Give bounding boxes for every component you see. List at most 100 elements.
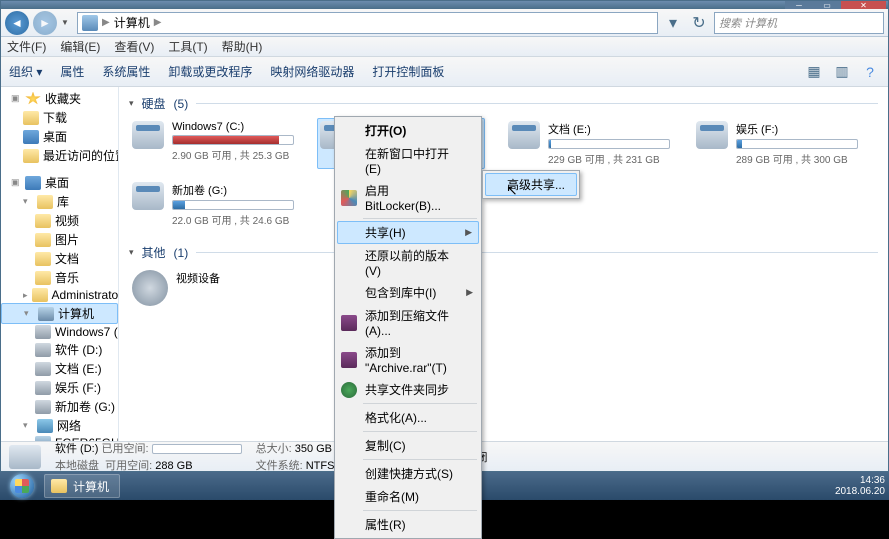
collapse-icon: ▾	[129, 98, 134, 109]
menu-separator	[363, 403, 477, 404]
menu-separator	[363, 431, 477, 432]
menu-item[interactable]: 创建快捷方式(S)	[337, 462, 479, 485]
user-icon	[32, 288, 48, 302]
share-submenu: 高级共享...	[482, 170, 580, 199]
tree-network[interactable]: ▾网络	[1, 416, 118, 435]
menu-item[interactable]: 打开(O)	[337, 119, 479, 142]
tree-drive-e[interactable]: 文档 (E:)	[1, 359, 118, 378]
drive-icon	[508, 121, 540, 149]
usage-bar	[548, 139, 670, 149]
system-properties-button[interactable]: 系统属性	[102, 63, 150, 80]
menu-item[interactable]: 共享文件夹同步	[337, 378, 479, 401]
forward-button[interactable]: ►	[33, 11, 57, 35]
control-panel-button[interactable]: 打开控制面板	[372, 63, 444, 80]
windows-logo-icon	[10, 474, 34, 498]
content-pane: ▾ 硬盘 (5) Windows7 (C:)2.90 GB 可用 , 共 25.…	[119, 87, 888, 442]
tree-drive-g[interactable]: 新加卷 (G:)	[1, 397, 118, 416]
menu-view[interactable]: 查看(V)	[114, 38, 154, 55]
desktop-icon	[23, 130, 39, 144]
menu-tools[interactable]: 工具(T)	[168, 38, 207, 55]
system-tray[interactable]: 14:36 2018.06.20	[835, 475, 885, 497]
menu-file[interactable]: 文件(F)	[7, 38, 46, 55]
rar-icon	[341, 352, 357, 368]
device-label: 视频设备	[176, 270, 294, 286]
drive-icon	[35, 400, 51, 414]
tree-recent[interactable]: 最近访问的位置	[1, 146, 118, 165]
submenu-arrow-icon: ▶	[465, 227, 472, 238]
submenu-advanced-sharing[interactable]: 高级共享...	[485, 173, 577, 196]
menu-item[interactable]: 添加到压缩文件(A)...	[337, 304, 479, 341]
tree-drive-d[interactable]: 软件 (D:)	[1, 340, 118, 359]
device-item[interactable]: 视频设备	[129, 267, 297, 309]
help-icon[interactable]: ?	[860, 62, 880, 82]
organize-button[interactable]: 组织 ▾	[9, 63, 42, 80]
tree-admin[interactable]: ▸Administrator	[1, 287, 118, 303]
close-button[interactable]: ✕	[841, 1, 886, 9]
tree-desktop[interactable]: ▣桌面	[1, 173, 118, 192]
view-mode-button[interactable]: ▦	[804, 62, 824, 82]
drive-item[interactable]: 文档 (E:)229 GB 可用 , 共 231 GB	[505, 118, 673, 169]
tree-drive-f[interactable]: 娱乐 (F:)	[1, 378, 118, 397]
menu-item[interactable]: 复制(C)	[337, 434, 479, 457]
drive-space-text: 2.90 GB 可用 , 共 25.3 GB	[172, 147, 294, 162]
drive-item[interactable]: 新加卷 (G:)22.0 GB 可用 , 共 24.6 GB	[129, 179, 297, 230]
menu-item[interactable]: 启用 BitLocker(B)...	[337, 179, 479, 216]
menu-help[interactable]: 帮助(H)	[222, 38, 263, 55]
minimize-button[interactable]: ─	[785, 1, 813, 9]
drive-item[interactable]: Windows7 (C:)2.90 GB 可用 , 共 25.3 GB	[129, 118, 297, 169]
folder-icon	[35, 233, 51, 247]
tree-drive-c[interactable]: Windows7 (C:)	[1, 324, 118, 340]
preview-pane-button[interactable]: ▥	[832, 62, 852, 82]
tree-computer[interactable]: ▾计算机	[1, 303, 118, 324]
computer-icon	[38, 307, 54, 321]
clock-time: 14:36	[835, 475, 885, 486]
drive-icon	[35, 343, 51, 357]
menu-item[interactable]: 在新窗口中打开(E)	[337, 142, 479, 179]
tree-desktop-fav[interactable]: 桌面	[1, 127, 118, 146]
history-dropdown[interactable]: ▼	[61, 18, 73, 27]
start-button[interactable]	[4, 472, 40, 500]
taskbar-explorer[interactable]: 计算机	[44, 474, 120, 498]
menu-item[interactable]: 添加到 "Archive.rar"(T)	[337, 341, 479, 378]
folder-icon	[35, 271, 51, 285]
drive-item[interactable]: 娱乐 (F:)289 GB 可用 , 共 300 GB	[693, 118, 861, 169]
navigation-pane: ▣收藏夹 下载 桌面 最近访问的位置 ▣桌面 ▾库 视频 图片 文档 音乐 ▸A…	[1, 87, 119, 442]
tree-documents[interactable]: 文档	[1, 249, 118, 268]
address-dropdown[interactable]: ▾	[662, 13, 684, 33]
menu-item[interactable]: 包含到库中(I)▶	[337, 281, 479, 304]
usage-bar	[736, 139, 858, 149]
selected-name: 软件 (D:)	[55, 443, 98, 455]
usage-bar	[152, 444, 242, 454]
drive-icon	[132, 121, 164, 149]
properties-button[interactable]: 属性	[60, 63, 84, 80]
search-input[interactable]: 搜索 计算机	[714, 12, 884, 34]
menu-item[interactable]: 属性(R)	[337, 513, 479, 536]
tree-music[interactable]: 音乐	[1, 268, 118, 287]
submenu-arrow-icon: ▶	[466, 287, 473, 298]
maximize-button[interactable]: ▭	[813, 1, 841, 9]
breadcrumb-root[interactable]: 计算机	[114, 14, 150, 31]
breadcrumb-sep: ▶	[154, 17, 162, 28]
refresh-button[interactable]: ↻	[688, 13, 710, 33]
tree-libraries[interactable]: ▾库	[1, 192, 118, 211]
menu-item[interactable]: 共享(H)▶	[337, 221, 479, 244]
drive-label: 文档 (E:)	[548, 121, 670, 137]
computer-icon	[82, 15, 98, 31]
menu-item[interactable]: 重命名(M)	[337, 485, 479, 508]
group-other-header[interactable]: ▾ 其他 (1)	[129, 244, 878, 261]
tree-pictures[interactable]: 图片	[1, 230, 118, 249]
group-drives-header[interactable]: ▾ 硬盘 (5)	[129, 95, 878, 112]
drive-space-text: 22.0 GB 可用 , 共 24.6 GB	[172, 212, 294, 227]
back-button[interactable]: ◄	[5, 11, 29, 35]
tree-favorites[interactable]: ▣收藏夹	[1, 89, 118, 108]
address-bar[interactable]: ▶ 计算机 ▶	[77, 12, 658, 34]
menu-edit[interactable]: 编辑(E)	[60, 38, 100, 55]
menu-item[interactable]: 还原以前的版本(V)	[337, 244, 479, 281]
network-icon	[37, 419, 53, 433]
tree-downloads[interactable]: 下载	[1, 108, 118, 127]
sync-icon	[341, 382, 357, 398]
tree-videos[interactable]: 视频	[1, 211, 118, 230]
uninstall-button[interactable]: 卸载或更改程序	[168, 63, 252, 80]
menu-item[interactable]: 格式化(A)...	[337, 406, 479, 429]
map-drive-button[interactable]: 映射网络驱动器	[270, 63, 354, 80]
